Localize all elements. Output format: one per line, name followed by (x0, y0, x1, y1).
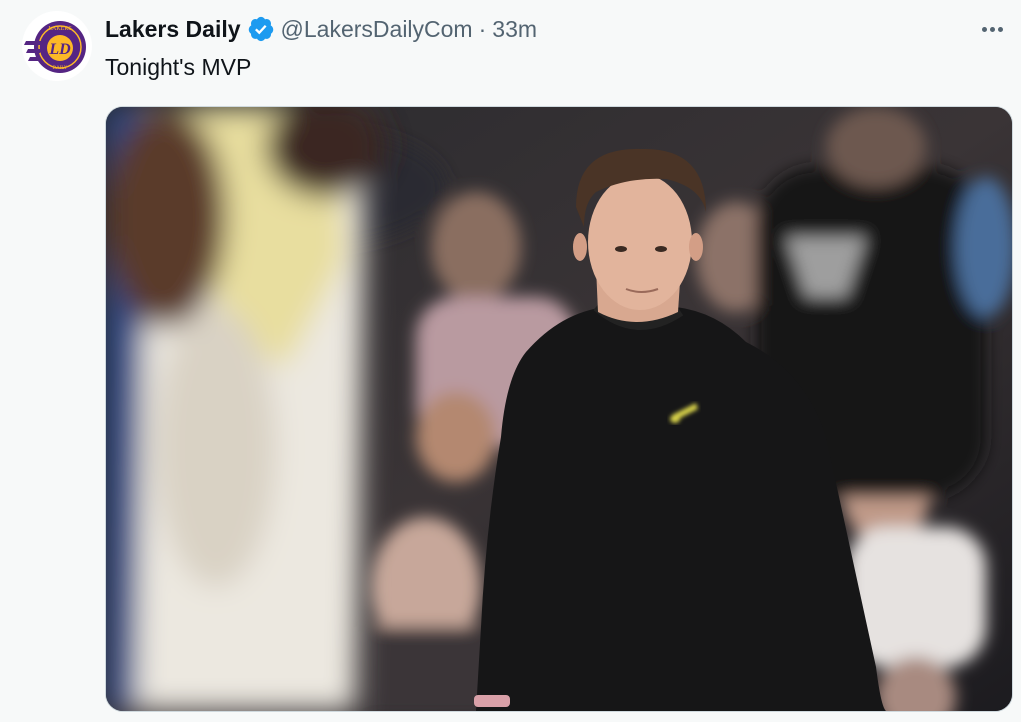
photo-icon (106, 107, 1012, 711)
avatar-ring-bottom-text: DAILY (52, 66, 67, 71)
more-options-icon[interactable] (977, 16, 1007, 42)
lakers-daily-logo: LD LAKERS DAILY (24, 13, 90, 79)
tweet-photo[interactable] (105, 106, 1013, 712)
separator-dot: · (478, 16, 487, 42)
tweet-header: Lakers Daily @LakersDailyCom · 33m (105, 14, 537, 44)
author-display-name[interactable]: Lakers Daily (105, 14, 241, 44)
more-dot (989, 26, 995, 32)
more-dot (997, 26, 1003, 32)
author-avatar[interactable]: LD LAKERS DAILY (22, 11, 92, 81)
verified-badge-icon[interactable] (247, 15, 275, 43)
avatar-logo-text: LD (48, 41, 71, 58)
tweet-text: Tonight's MVP (105, 54, 252, 80)
more-dot (981, 26, 987, 32)
avatar-ring-top-text: LAKERS (48, 26, 71, 32)
author-handle[interactable]: @LakersDailyCom (281, 14, 473, 44)
tweet-timestamp[interactable]: 33m (492, 14, 537, 44)
